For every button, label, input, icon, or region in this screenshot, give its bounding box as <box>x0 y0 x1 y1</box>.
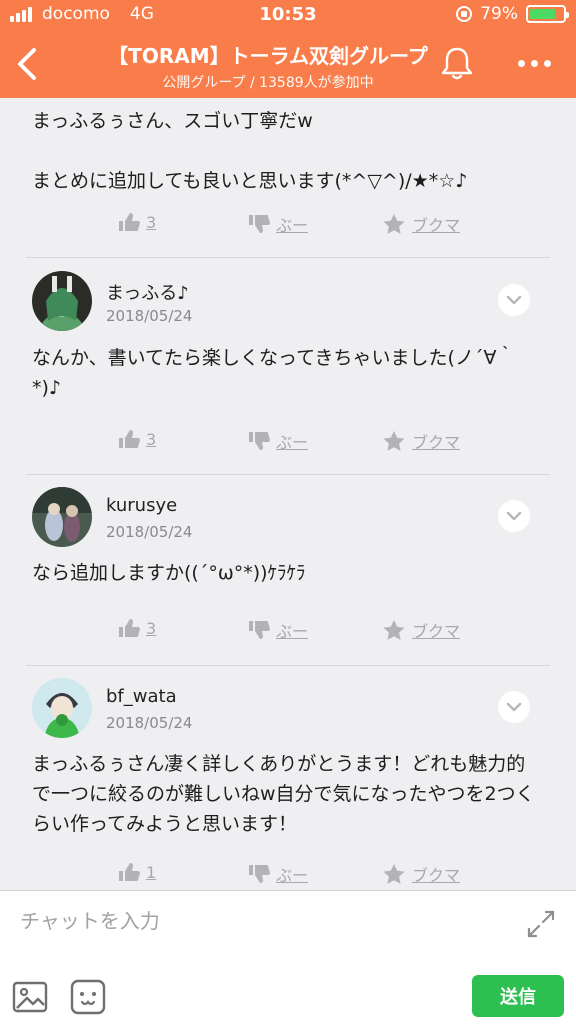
bell-icon <box>441 47 473 80</box>
chevron-down-icon <box>506 702 522 712</box>
post-menu-button[interactable] <box>498 284 530 316</box>
group-header: 【TORAM】トーラム双剣グループ 公開グループ / 13589人が参加中 <box>0 30 576 98</box>
thumbs-up-icon <box>119 863 140 881</box>
bookmark-label: ブクマ <box>412 622 461 641</box>
more-menu-button[interactable] <box>512 48 556 78</box>
chat-feed[interactable]: まっふるぅさん、スゴい丁寧だw まとめに追加しても良いと思います(*^▽^)/★… <box>0 98 576 890</box>
more-dot-icon <box>530 59 538 67</box>
avatar[interactable] <box>32 487 92 547</box>
notification-button[interactable] <box>438 44 476 82</box>
boo-button[interactable]: ぶー <box>248 429 308 453</box>
chat-input-bar: チャットを入力 送信 <box>0 890 576 1024</box>
boo-label: ぶー <box>276 433 309 452</box>
battery-percent: 79% <box>480 4 518 24</box>
boo-button[interactable]: ぶー <box>248 618 308 642</box>
post: まっふるぅさん、スゴい丁寧だw まとめに追加しても良いと思います(*^▽^)/★… <box>0 98 576 258</box>
chevron-left-icon <box>18 48 36 80</box>
author-name[interactable]: まっふる♪ <box>106 279 189 305</box>
bookmark-button[interactable]: ブクマ <box>382 618 460 642</box>
avatar[interactable] <box>32 678 92 738</box>
divider <box>26 257 550 258</box>
like-button[interactable]: 1 <box>118 862 156 882</box>
battery-icon <box>526 5 569 23</box>
star-icon <box>383 431 405 451</box>
thumbs-down-icon <box>249 215 270 233</box>
thumbs-down-icon <box>249 432 270 450</box>
boo-button[interactable]: ぶー <box>248 212 308 236</box>
sticker-button[interactable] <box>70 979 106 1015</box>
post-date: 2018/05/24 <box>106 523 193 541</box>
bookmark-label: ブクマ <box>412 216 461 235</box>
image-attach-button[interactable] <box>12 979 48 1015</box>
chat-input[interactable]: チャットを入力 <box>20 905 160 934</box>
image-icon <box>12 981 48 1013</box>
star-icon <box>383 620 405 640</box>
thumbs-up-icon <box>119 430 140 448</box>
chevron-down-icon <box>506 295 522 305</box>
expand-icon <box>527 910 555 938</box>
boo-label: ぶー <box>276 866 309 885</box>
bookmark-button[interactable]: ブクマ <box>382 429 460 453</box>
like-count: 3 <box>146 429 157 449</box>
thumbs-up-icon <box>119 619 140 637</box>
boo-button[interactable]: ぶー <box>248 862 308 886</box>
star-icon <box>383 864 405 884</box>
post-date: 2018/05/24 <box>106 307 193 325</box>
thumbs-down-icon <box>249 865 270 883</box>
like-count: 3 <box>146 212 157 232</box>
post-actions: 3 ぶー ブクマ <box>0 429 576 459</box>
post-text: まっふるぅさん凄く詳しくありがとうます！どれも魅力的で一つに絞るのが難しいねw自… <box>32 753 535 835</box>
status-bar: docomo 4G 10:53 79% <box>0 0 576 30</box>
boo-label: ぶー <box>276 216 309 235</box>
user-avatar-image <box>32 271 92 331</box>
more-dot-icon <box>543 59 551 67</box>
like-button[interactable]: 3 <box>118 212 156 232</box>
user-avatar-image <box>32 487 92 547</box>
group-subtitle: 公開グループ / 13589人が参加中 <box>162 75 374 91</box>
avatar[interactable] <box>32 271 92 331</box>
more-dot-icon <box>517 59 525 67</box>
post-text: なら追加しますか((´°ω°*))ｹﾗｹﾗ <box>32 562 306 584</box>
post-actions: 1 ぶー ブクマ <box>0 862 576 890</box>
author-name[interactable]: kurusye <box>106 495 177 516</box>
back-button[interactable] <box>8 42 48 86</box>
thumbs-down-icon <box>249 621 270 639</box>
like-count: 1 <box>146 862 157 882</box>
group-title: 【TORAM】トーラム双剣グループ <box>108 44 428 68</box>
author-name[interactable]: bf_wata <box>106 686 177 707</box>
like-count: 3 <box>146 618 157 638</box>
expand-input-button[interactable] <box>526 909 556 939</box>
post-menu-button[interactable] <box>498 691 530 723</box>
send-button[interactable]: 送信 <box>472 975 564 1017</box>
post-actions: 3 ぶー ブクマ <box>0 212 576 242</box>
chevron-down-icon <box>506 511 522 521</box>
smiley-icon <box>70 979 106 1015</box>
star-icon <box>383 214 405 234</box>
post-menu-button[interactable] <box>498 500 530 532</box>
boo-label: ぶー <box>276 622 309 641</box>
post: bf_wata 2018/05/24 まっふるぅさん凄く詳しくありがとうます！ど… <box>0 665 576 890</box>
divider <box>26 474 550 475</box>
orientation-lock-icon <box>456 6 473 22</box>
post-text: まっふるぅさん、スゴい丁寧だw まとめに追加しても良いと思います(*^▽^)/★… <box>32 110 468 192</box>
bookmark-label: ブクマ <box>412 433 461 452</box>
like-button[interactable]: 3 <box>118 618 156 638</box>
thumbs-up-icon <box>119 213 140 231</box>
divider <box>26 665 550 666</box>
post-date: 2018/05/24 <box>106 714 193 732</box>
bookmark-button[interactable]: ブクマ <box>382 212 460 236</box>
post-text: なんか、書いてたら楽しくなってきちゃいました(ノ´∀｀*)♪ <box>32 347 516 399</box>
post-actions: 3 ぶー ブクマ <box>0 618 576 648</box>
like-button[interactable]: 3 <box>118 429 156 449</box>
bookmark-label: ブクマ <box>412 866 461 885</box>
user-avatar-image <box>32 678 92 738</box>
post: kurusye 2018/05/24 なら追加しますか((´°ω°*))ｹﾗｹﾗ… <box>0 474 576 665</box>
bookmark-button[interactable]: ブクマ <box>382 862 460 886</box>
post: まっふる♪ 2018/05/24 なんか、書いてたら楽しくなってきちゃいました(… <box>0 257 576 474</box>
